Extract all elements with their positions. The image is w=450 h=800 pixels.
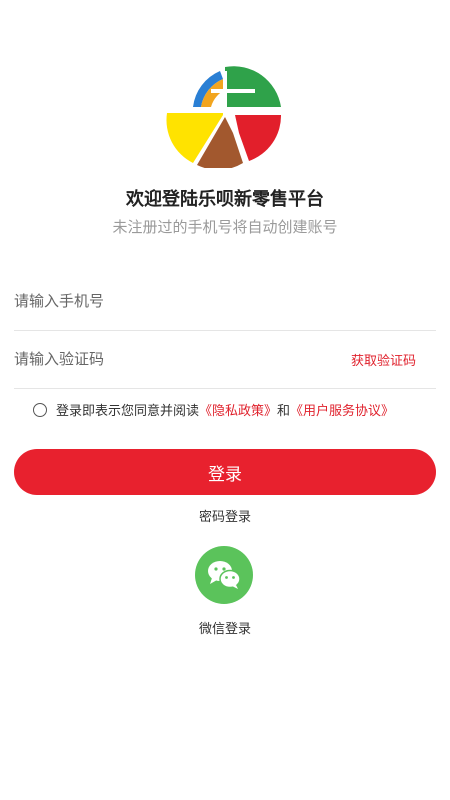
app-logo bbox=[166, 66, 282, 168]
wechat-login-label: 微信登录 bbox=[198, 622, 251, 637]
get-code-button[interactable]: 获取验证码 bbox=[351, 350, 416, 369]
agreement-and: 和 bbox=[277, 404, 291, 419]
agreement-text: 登录即表示您同意并阅读 bbox=[56, 404, 200, 419]
agreement-row: 登录即表示您同意并阅读 《隐私政策》 和 《用户服务协议》 bbox=[33, 400, 394, 419]
welcome-subtitle: 未注册过的手机号将自动创建账号 bbox=[112, 218, 338, 236]
radio-unchecked-icon[interactable] bbox=[33, 402, 47, 417]
wechat-login-button[interactable] bbox=[195, 546, 253, 604]
login-button[interactable]: 登录 bbox=[14, 449, 436, 495]
privacy-policy-link[interactable]: 《隐私政策》 bbox=[199, 400, 277, 419]
welcome-title: 欢迎登陆乐呗新零售平台 bbox=[126, 189, 324, 210]
phone-input[interactable] bbox=[14, 292, 314, 310]
verification-code-input[interactable] bbox=[14, 350, 314, 368]
code-field-row: 获取验证码 bbox=[14, 330, 436, 389]
terms-link[interactable]: 《用户服务协议》 bbox=[290, 400, 394, 419]
wechat-icon bbox=[208, 561, 241, 589]
password-login-link[interactable]: 密码登录 bbox=[0, 506, 450, 525]
phone-field-row bbox=[14, 272, 436, 331]
